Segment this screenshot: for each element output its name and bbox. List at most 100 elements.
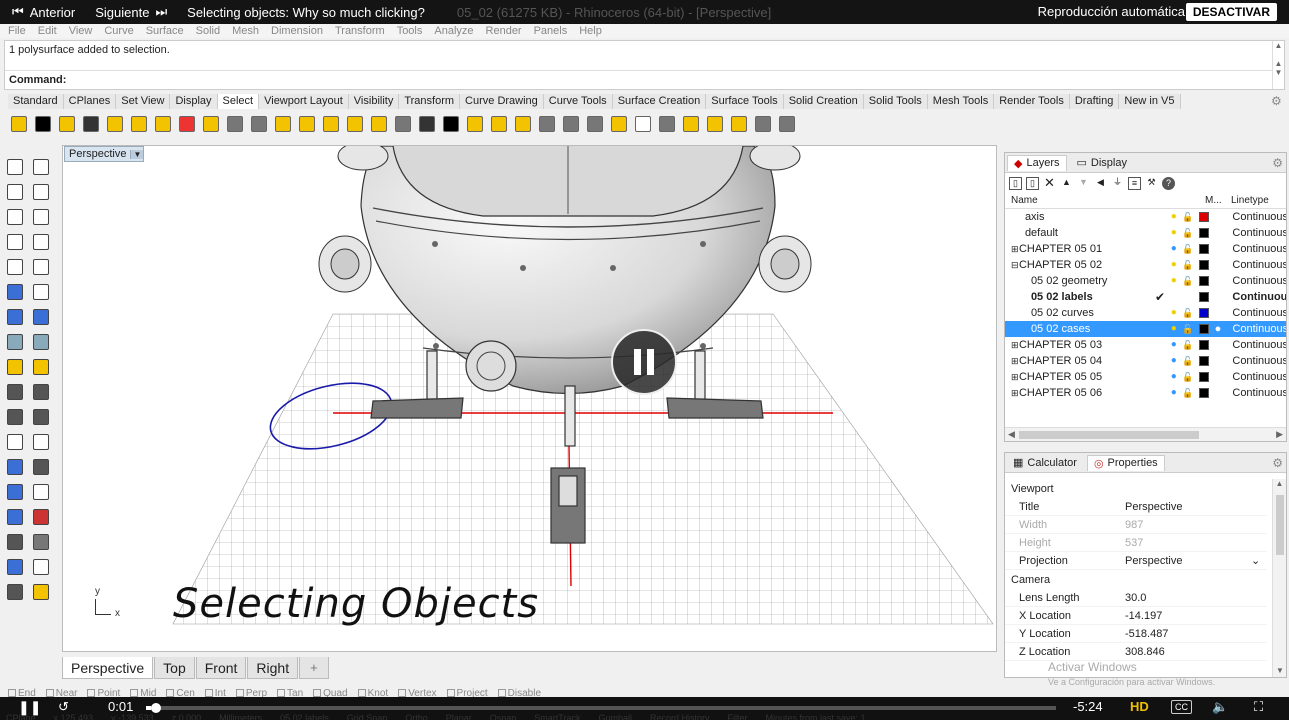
menu-item-surface[interactable]: Surface [146, 25, 184, 37]
select-tool-icon[interactable] [512, 113, 534, 135]
deactivate-autoplay-button[interactable]: DESACTIVAR [1185, 3, 1277, 21]
visibility-bulb-icon[interactable]: ● [1167, 387, 1181, 399]
select-tool-icon[interactable] [416, 113, 438, 135]
status-item[interactable]: Millimeters [219, 713, 262, 720]
layer-row[interactable]: 05 02 labels ✔ Continuous [1005, 289, 1286, 305]
select-tool-icon[interactable] [80, 113, 102, 135]
next-video-button[interactable]: Siguiente ⏭ [95, 4, 167, 20]
tools-icon[interactable]: ⚒ [1145, 177, 1158, 190]
move-down-icon[interactable]: ▼ [1077, 177, 1090, 190]
status-item[interactable]: Gumball [598, 713, 632, 720]
menu-item-edit[interactable]: Edit [38, 25, 57, 37]
left-tool-icon[interactable] [4, 381, 26, 403]
left-tool-icon[interactable] [30, 331, 52, 353]
layer-color-swatch[interactable] [1198, 372, 1209, 382]
visibility-bulb-icon[interactable]: ● [1167, 259, 1181, 271]
viewport-tab-front[interactable]: Front [195, 657, 247, 679]
menu-item-file[interactable]: File [8, 25, 26, 37]
previous-video-button[interactable]: ⏮ Anterior [12, 4, 75, 20]
select-tool-icon[interactable] [128, 113, 150, 135]
left-tool-icon[interactable] [30, 156, 52, 178]
linetype-value[interactable]: Continuous [1232, 339, 1286, 351]
checkbox[interactable] [398, 689, 407, 697]
layer-row[interactable]: ⊞ CHAPTER 05 01 ● 🔓 Continuous [1005, 241, 1286, 257]
select-tool-icon[interactable] [536, 113, 558, 135]
command-line[interactable]: Command: [5, 70, 1273, 89]
visibility-bulb-icon[interactable] [1167, 291, 1181, 303]
left-tool-icon[interactable] [30, 531, 52, 553]
fullscreen-icon[interactable]: ⛶ [1254, 699, 1263, 715]
left-tool-icon[interactable] [4, 256, 26, 278]
tab-surface-tools[interactable]: Surface Tools [706, 94, 784, 109]
left-tool-icon[interactable] [4, 356, 26, 378]
status-item[interactable]: Record History [650, 713, 710, 720]
command-scrollbar[interactable]: ▲ ▲ ▼ [1272, 41, 1284, 89]
new-sublayer-icon[interactable]: ▯ [1026, 176, 1039, 190]
left-tool-icon[interactable] [30, 506, 52, 528]
layer-color-swatch[interactable] [1198, 356, 1209, 366]
menu-item-render[interactable]: Render [486, 25, 522, 37]
viewport-tab-right[interactable]: Right [247, 657, 299, 679]
hd-toggle[interactable]: HD [1130, 699, 1149, 714]
status-item[interactable]: z 0.000 [172, 713, 202, 720]
left-tool-icon[interactable] [30, 306, 52, 328]
lock-icon[interactable]: 🔓 [1181, 228, 1195, 239]
lock-icon[interactable]: 🔓 [1181, 324, 1195, 335]
toolbar-gear-icon[interactable]: ⚙ [1271, 94, 1282, 108]
filter-icon[interactable]: ⏚ [1111, 177, 1124, 190]
select-tool-icon[interactable] [584, 113, 606, 135]
select-tool-icon[interactable] [704, 113, 726, 135]
tab-viewport-layout[interactable]: Viewport Layout [259, 94, 349, 109]
checkbox[interactable] [357, 689, 366, 697]
lock-icon[interactable]: 🔓 [1181, 308, 1195, 319]
left-tool-icon[interactable] [4, 281, 26, 303]
status-item[interactable]: 05 02 labels [280, 713, 329, 720]
layer-row[interactable]: 05 02 geometry ● 🔓 Continuous [1005, 273, 1286, 289]
layer-row[interactable]: ⊟ CHAPTER 05 02 ● 🔓 Continuous [1005, 257, 1286, 273]
move-parent-icon[interactable]: ◀ [1094, 177, 1107, 190]
tab-drafting[interactable]: Drafting [1069, 94, 1120, 109]
status-item[interactable]: Grid Snap [347, 713, 388, 720]
left-tool-icon[interactable] [30, 356, 52, 378]
expander-icon[interactable]: ⊞ [1005, 340, 1019, 351]
tab-surface-creation[interactable]: Surface Creation [612, 94, 707, 109]
viewport-title-tab[interactable]: Perspective ▼ [64, 146, 145, 162]
linetype-value[interactable]: Continuous [1232, 387, 1286, 399]
visibility-bulb-icon[interactable]: ● [1167, 275, 1181, 287]
checkbox[interactable] [8, 689, 16, 697]
expander-icon[interactable]: ⊞ [1005, 244, 1019, 255]
select-tool-icon[interactable] [272, 113, 294, 135]
left-tool-icon[interactable] [30, 206, 52, 228]
expander-icon[interactable]: ⊞ [1005, 372, 1019, 383]
select-tool-icon[interactable] [32, 113, 54, 135]
checkbox[interactable] [166, 689, 175, 697]
layer-color-swatch[interactable] [1198, 292, 1209, 302]
select-tool-icon[interactable] [200, 113, 222, 135]
layer-color-swatch[interactable] [1198, 340, 1209, 350]
tab-display[interactable]: Display [170, 94, 218, 109]
select-tool-icon[interactable] [752, 113, 774, 135]
tab-render-tools[interactable]: Render Tools [994, 94, 1070, 109]
viewport-tab-top[interactable]: Top [154, 657, 195, 679]
lock-icon[interactable]: 🔓 [1181, 356, 1195, 367]
viewport-menu-arrow-icon[interactable]: ▼ [130, 149, 144, 159]
layer-color-swatch[interactable] [1198, 228, 1209, 238]
select-tool-icon[interactable] [656, 113, 678, 135]
add-viewport-tab-button[interactable]: + [299, 657, 329, 679]
checkbox[interactable] [204, 689, 213, 697]
left-tool-icon[interactable] [30, 431, 52, 453]
select-tool-icon[interactable] [464, 113, 486, 135]
select-tool-icon[interactable] [680, 113, 702, 135]
select-tool-icon[interactable] [176, 113, 198, 135]
tab-new-in-v5[interactable]: New in V5 [1119, 94, 1181, 109]
select-tool-icon[interactable] [728, 113, 750, 135]
properties-gear-icon[interactable]: ⚙ [1272, 456, 1283, 470]
left-tool-icon[interactable] [4, 406, 26, 428]
checkbox[interactable] [235, 689, 244, 697]
checkbox[interactable] [45, 689, 54, 697]
property-value[interactable]: -518.487 [1125, 628, 1251, 640]
select-tool-icon[interactable] [440, 113, 462, 135]
layers-gear-icon[interactable]: ⚙ [1272, 156, 1283, 170]
tab-curve-drawing[interactable]: Curve Drawing [460, 94, 544, 109]
linetype-value[interactable]: Continuous [1232, 307, 1286, 319]
